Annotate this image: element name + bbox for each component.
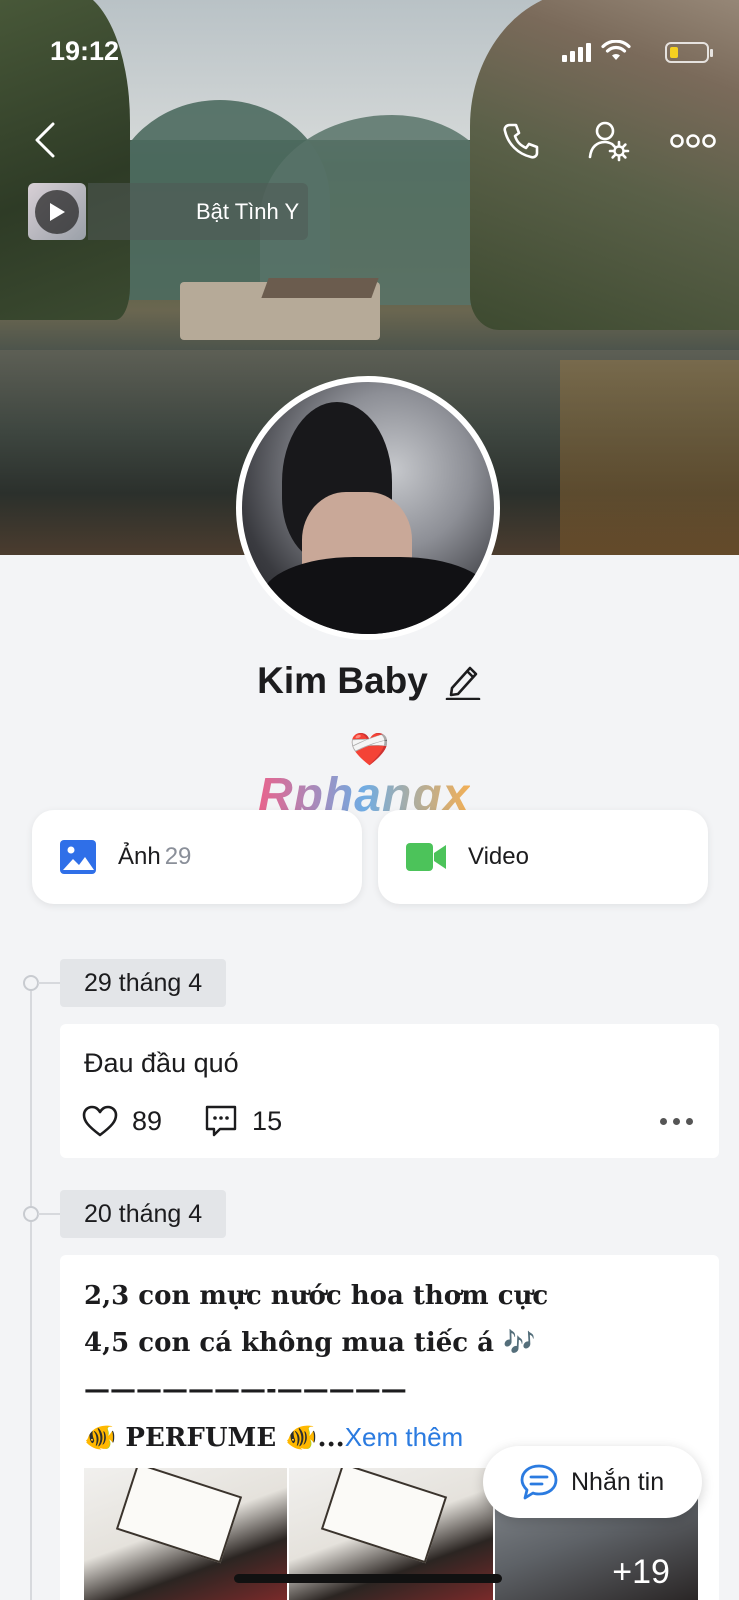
post-line: 4,5 con cá không mua tiếc á 🎶 bbox=[84, 1328, 536, 1358]
post-line: ———————-————— bbox=[84, 1375, 407, 1405]
more-icon bbox=[670, 134, 716, 148]
back-button[interactable] bbox=[28, 118, 62, 162]
post-date: 29 tháng 4 bbox=[60, 959, 227, 1007]
play-button[interactable] bbox=[35, 189, 79, 234]
profile-name-row: Kim Baby bbox=[0, 660, 739, 702]
post-line-text: 🐠 PERFUME 🐠... bbox=[84, 1423, 345, 1453]
post-text: 2,3 con mực nước hoa thơm cực 4,5 con cá… bbox=[84, 1273, 548, 1462]
cellular-signal-icon bbox=[562, 42, 591, 62]
back-icon bbox=[35, 122, 55, 158]
extra-photos-count: +19 bbox=[612, 1553, 670, 1591]
profile-settings-button[interactable] bbox=[585, 118, 633, 164]
video-icon bbox=[406, 843, 446, 871]
like-count: 89 bbox=[132, 1105, 163, 1136]
profile-music[interactable]: Bật Tình Y bbox=[28, 183, 308, 240]
user-settings-icon bbox=[588, 121, 630, 162]
edit-icon bbox=[445, 666, 481, 700]
cover-roof bbox=[261, 278, 379, 298]
music-title[interactable]: Bật Tình Y bbox=[88, 183, 308, 240]
timeline-tick bbox=[38, 1213, 60, 1215]
post-date: 20 tháng 4 bbox=[60, 1190, 227, 1238]
photos-button[interactable]: Ảnh 29 bbox=[32, 810, 362, 904]
chat-icon bbox=[520, 1464, 558, 1500]
status-time: 19:12 bbox=[50, 36, 120, 66]
timeline-dot bbox=[23, 1206, 39, 1222]
edit-name-button[interactable] bbox=[444, 661, 482, 701]
photos-count: 29 bbox=[164, 843, 192, 870]
message-label: Nhắn tin bbox=[571, 1467, 665, 1496]
home-indicator[interactable] bbox=[234, 1574, 502, 1583]
timeline-dot bbox=[23, 975, 39, 991]
cover-reeds bbox=[560, 360, 739, 555]
heart-icon bbox=[82, 1105, 118, 1137]
more-options-button[interactable] bbox=[668, 118, 718, 164]
status-bar: 19:12 bbox=[50, 36, 713, 70]
avatar-dress bbox=[262, 557, 492, 634]
feed-post[interactable]: 2,3 con mực nước hoa thơm cực 4,5 con cá… bbox=[60, 1255, 719, 1600]
post-line: 2,3 con mực nước hoa thơm cực bbox=[84, 1281, 549, 1311]
comment-count: 15 bbox=[252, 1105, 283, 1136]
like-button[interactable]: 89 bbox=[82, 1105, 162, 1137]
comment-icon bbox=[205, 1105, 237, 1137]
post-more-button[interactable] bbox=[660, 1118, 693, 1125]
play-icon bbox=[50, 202, 65, 221]
videos-button[interactable]: Video bbox=[378, 810, 708, 904]
call-button[interactable] bbox=[498, 118, 544, 164]
videos-label: Video bbox=[468, 843, 529, 870]
comment-button[interactable]: 15 bbox=[204, 1104, 282, 1138]
post-line: 🐠 PERFUME 🐠...Xem thêm bbox=[84, 1414, 548, 1462]
profile-bio: ❤️‍🩹 bbox=[349, 731, 390, 767]
message-button[interactable]: Nhắn tin bbox=[483, 1446, 702, 1518]
see-more-link[interactable]: Xem thêm bbox=[345, 1422, 464, 1452]
battery-icon bbox=[665, 42, 713, 63]
post-text: Đau đầu quó bbox=[84, 1048, 239, 1078]
photos-label: Ảnh bbox=[118, 843, 161, 870]
avatar[interactable] bbox=[236, 376, 500, 640]
timeline-tick bbox=[38, 982, 60, 984]
feed-post[interactable]: Đau đầu quó 89 15 bbox=[60, 1024, 719, 1158]
music-thumbnail[interactable] bbox=[28, 183, 86, 240]
timeline-line bbox=[30, 983, 32, 1600]
post-actions: 89 15 bbox=[82, 1104, 282, 1138]
photo-icon bbox=[60, 840, 96, 874]
profile-name: Kim Baby bbox=[257, 660, 428, 701]
phone-icon bbox=[503, 123, 539, 159]
wifi-icon bbox=[601, 40, 631, 60]
